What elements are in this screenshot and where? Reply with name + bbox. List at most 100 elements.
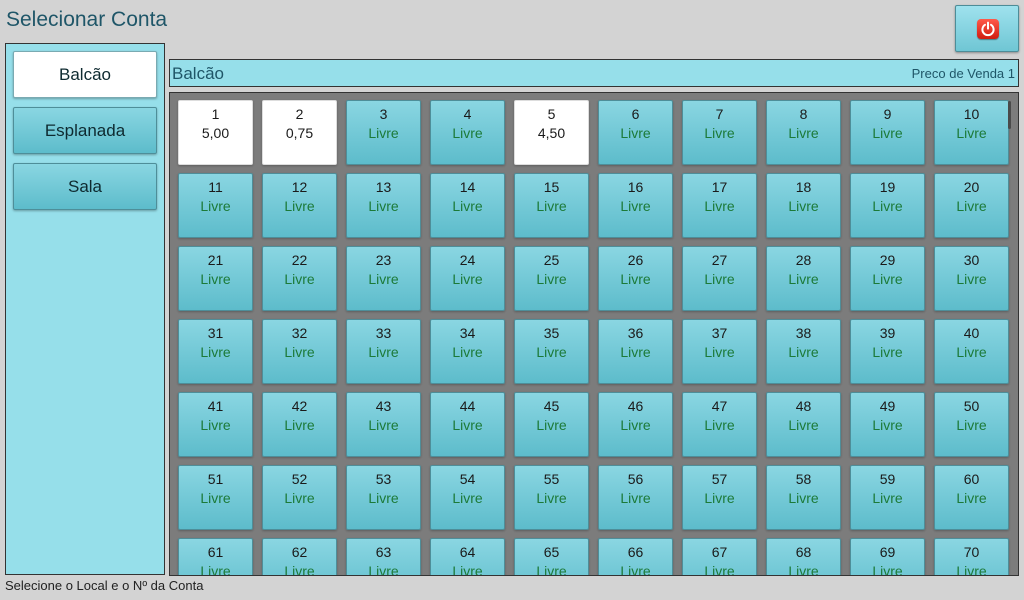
table-tile-37[interactable]: 37 Livre (682, 319, 757, 384)
table-status: Livre (536, 417, 567, 433)
tables-panel[interactable]: 1 5,00 2 0,75 3 Livre 4 Livre 5 4,50 6 Livre 7 Livre 8… (169, 92, 1019, 576)
table-tile-70[interactable]: 70 Livre (934, 538, 1009, 575)
table-tile-31[interactable]: 31 Livre (178, 319, 253, 384)
table-status: Livre (704, 125, 735, 141)
table-number: 63 (375, 544, 392, 560)
table-tile-7[interactable]: 7 Livre (682, 100, 757, 165)
table-tile-48[interactable]: 48 Livre (766, 392, 841, 457)
table-number: 49 (879, 398, 896, 414)
table-tile-11[interactable]: 11 Livre (178, 173, 253, 238)
table-tile-65[interactable]: 65 Livre (514, 538, 589, 575)
scrollbar[interactable] (1008, 101, 1011, 129)
table-tile-4[interactable]: 4 Livre (430, 100, 505, 165)
table-tile-16[interactable]: 16 Livre (598, 173, 673, 238)
location-button-esplanada[interactable]: Esplanada (13, 107, 157, 154)
table-tile-32[interactable]: 32 Livre (262, 319, 337, 384)
table-tile-6[interactable]: 6 Livre (598, 100, 673, 165)
table-tile-12[interactable]: 12 Livre (262, 173, 337, 238)
table-status: Livre (284, 198, 315, 214)
table-tile-53[interactable]: 53 Livre (346, 465, 421, 530)
table-status: Livre (368, 125, 399, 141)
table-tile-9[interactable]: 9 Livre (850, 100, 925, 165)
table-tile-42[interactable]: 42 Livre (262, 392, 337, 457)
price-label: Preco de Venda 1 (911, 66, 1015, 81)
power-button[interactable] (955, 5, 1019, 52)
table-tile-68[interactable]: 68 Livre (766, 538, 841, 575)
table-status: Livre (704, 563, 735, 576)
table-tile-23[interactable]: 23 Livre (346, 246, 421, 311)
table-tile-66[interactable]: 66 Livre (598, 538, 673, 575)
table-tile-27[interactable]: 27 Livre (682, 246, 757, 311)
table-tile-22[interactable]: 22 Livre (262, 246, 337, 311)
table-status: Livre (452, 271, 483, 287)
table-tile-30[interactable]: 30 Livre (934, 246, 1009, 311)
table-tile-54[interactable]: 54 Livre (430, 465, 505, 530)
table-tile-1[interactable]: 1 5,00 (178, 100, 253, 165)
table-tile-26[interactable]: 26 Livre (598, 246, 673, 311)
table-tile-55[interactable]: 55 Livre (514, 465, 589, 530)
table-tile-47[interactable]: 47 Livre (682, 392, 757, 457)
table-tile-43[interactable]: 43 Livre (346, 392, 421, 457)
table-number: 35 (543, 325, 560, 341)
table-tile-28[interactable]: 28 Livre (766, 246, 841, 311)
table-status: Livre (872, 563, 903, 576)
table-tile-33[interactable]: 33 Livre (346, 319, 421, 384)
table-tile-57[interactable]: 57 Livre (682, 465, 757, 530)
table-tile-45[interactable]: 45 Livre (514, 392, 589, 457)
location-header: Balcão Preco de Venda 1 (169, 59, 1019, 87)
table-tile-50[interactable]: 50 Livre (934, 392, 1009, 457)
table-total: 5,00 (201, 125, 230, 141)
table-number: 13 (375, 179, 392, 195)
table-tile-40[interactable]: 40 Livre (934, 319, 1009, 384)
table-status: Livre (788, 198, 819, 214)
table-tile-15[interactable]: 15 Livre (514, 173, 589, 238)
table-tile-46[interactable]: 46 Livre (598, 392, 673, 457)
table-tile-3[interactable]: 3 Livre (346, 100, 421, 165)
table-status: Livre (872, 344, 903, 360)
table-tile-24[interactable]: 24 Livre (430, 246, 505, 311)
table-tile-44[interactable]: 44 Livre (430, 392, 505, 457)
location-button-sala[interactable]: Sala (13, 163, 157, 210)
table-tile-36[interactable]: 36 Livre (598, 319, 673, 384)
table-tile-13[interactable]: 13 Livre (346, 173, 421, 238)
table-tile-14[interactable]: 14 Livre (430, 173, 505, 238)
table-tile-41[interactable]: 41 Livre (178, 392, 253, 457)
table-tile-60[interactable]: 60 Livre (934, 465, 1009, 530)
table-tile-64[interactable]: 64 Livre (430, 538, 505, 575)
table-tile-63[interactable]: 63 Livre (346, 538, 421, 576)
table-tile-35[interactable]: 35 Livre (514, 319, 589, 384)
table-tile-39[interactable]: 39 Livre (850, 319, 925, 384)
table-tile-17[interactable]: 17 Livre (682, 173, 757, 238)
table-number: 23 (375, 252, 392, 268)
table-status: Livre (368, 490, 399, 506)
table-number: 6 (631, 106, 640, 122)
table-tile-38[interactable]: 38 Livre (766, 319, 841, 384)
table-tile-67[interactable]: 67 Livre (682, 538, 757, 576)
table-tile-18[interactable]: 18 Livre (766, 173, 841, 238)
table-tile-10[interactable]: 10 Livre (934, 100, 1009, 165)
table-tile-58[interactable]: 58 Livre (766, 465, 841, 530)
table-tile-49[interactable]: 49 Livre (850, 392, 925, 457)
table-tile-19[interactable]: 19 Livre (850, 173, 925, 238)
table-tile-8[interactable]: 8 Livre (766, 100, 841, 165)
table-tile-59[interactable]: 59 Livre (850, 465, 925, 530)
table-number: 58 (795, 471, 812, 487)
table-tile-56[interactable]: 56 Livre (598, 465, 673, 530)
table-status: Livre (368, 417, 399, 433)
table-status: Livre (368, 563, 399, 576)
location-button-balcao[interactable]: Balcão (13, 51, 157, 98)
table-tile-5[interactable]: 5 4,50 (514, 100, 589, 165)
table-tile-62[interactable]: 62 Livre (262, 538, 337, 575)
table-tile-61[interactable]: 61 Livre (178, 538, 253, 575)
table-tile-52[interactable]: 52 Livre (262, 465, 337, 530)
table-tile-34[interactable]: 34 Livre (430, 319, 505, 384)
table-tile-2[interactable]: 2 0,75 (262, 100, 337, 165)
table-tile-25[interactable]: 25 Livre (514, 246, 589, 311)
table-number: 33 (375, 325, 392, 341)
table-tile-29[interactable]: 29 Livre (850, 246, 925, 311)
table-tile-51[interactable]: 51 Livre (178, 465, 253, 530)
table-tile-69[interactable]: 69 Livre (850, 538, 925, 576)
table-number: 12 (291, 179, 308, 195)
table-tile-21[interactable]: 21 Livre (178, 246, 253, 311)
table-tile-20[interactable]: 20 Livre (934, 173, 1009, 238)
